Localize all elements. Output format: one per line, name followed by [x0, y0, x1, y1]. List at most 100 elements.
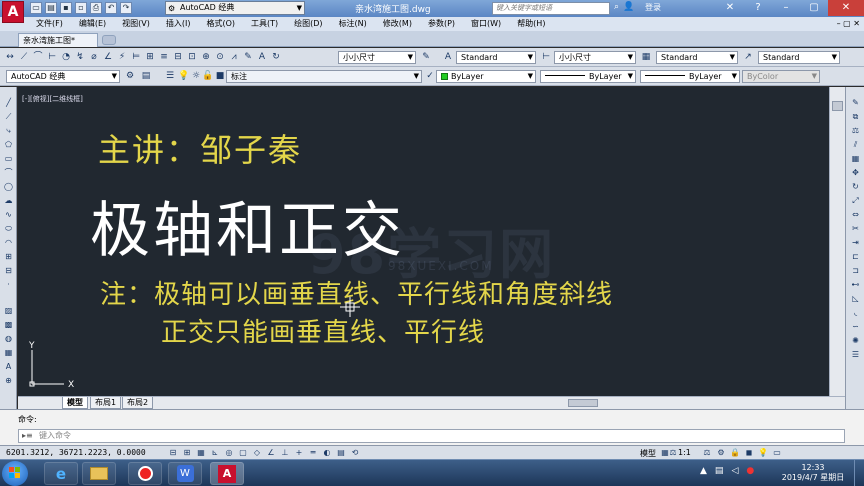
minimize-icon[interactable]: – [772, 0, 800, 16]
menu-draw[interactable]: 绘图(D) [294, 17, 322, 31]
search-icon[interactable]: ⌕ [614, 2, 619, 12]
lightbulb-icon[interactable]: 💡 [178, 70, 190, 82]
tab-model[interactable]: 模型 [62, 397, 88, 409]
trim-icon[interactable]: ✂ [850, 223, 861, 234]
dynamic-input-icon[interactable]: + [294, 448, 304, 458]
table-icon[interactable]: ▦ [3, 347, 14, 358]
add-selected-icon[interactable]: ⊕ [3, 375, 14, 386]
tolerance-icon[interactable]: ⊡ [186, 51, 198, 63]
text-style-icon[interactable]: A [442, 51, 454, 63]
menu-help[interactable]: 帮助(H) [517, 17, 545, 31]
text-style-select[interactable]: Standard ▼ [456, 51, 536, 64]
menu-insert[interactable]: 插入(I) [166, 17, 191, 31]
save-icon[interactable]: ▪ [60, 2, 72, 14]
make-current-icon[interactable]: ✓ [424, 70, 436, 82]
show-desktop-button[interactable] [854, 460, 864, 486]
command-input[interactable]: ▸≡ 键入命令 [18, 429, 845, 443]
object-snap-icon[interactable]: ▢ [238, 448, 248, 458]
layer-color-icon[interactable]: ■ [214, 70, 226, 82]
layer-state-icon[interactable]: ☰ [164, 70, 176, 82]
taskbar-ie[interactable]: e [44, 462, 78, 485]
volume-icon[interactable]: ◁ [731, 466, 738, 476]
mtext-icon[interactable]: A [3, 361, 14, 372]
radius-icon[interactable]: ◔ [60, 51, 72, 63]
menu-view[interactable]: 视图(V) [122, 17, 150, 31]
insert-block-icon[interactable]: ⊞ [3, 251, 14, 262]
continue-icon[interactable]: ⊞ [144, 51, 156, 63]
fillet-icon[interactable]: ◟ [850, 307, 861, 318]
menu-parameters[interactable]: 参数(P) [428, 17, 455, 31]
stretch-icon[interactable]: ⇔ [850, 209, 861, 220]
construction-line-icon[interactable]: ⟋ [3, 111, 14, 122]
drawing-area[interactable]: [-][俯视][二维线框] 98学习网 98XUEXI.COM 主讲：邹子秦 极… [18, 87, 829, 396]
aligned-dim-icon[interactable]: ⟋ [18, 51, 30, 63]
transparency-icon[interactable]: ◐ [322, 448, 332, 458]
login-button[interactable]: 登录 [645, 2, 661, 13]
edit-text-icon[interactable]: A [256, 51, 268, 63]
plotstyle-select[interactable]: ByColor ▼ [742, 70, 820, 83]
taskbar-wps[interactable]: W [168, 462, 202, 485]
grid-display-icon[interactable]: ▦ [196, 448, 206, 458]
recording-indicator-icon[interactable]: ● [746, 466, 754, 476]
copy-icon[interactable]: ⧉ [850, 111, 861, 122]
tab-layout2[interactable]: 布局2 [122, 397, 154, 409]
ellipse-arc-icon[interactable]: ◠ [3, 237, 14, 248]
workspace-select[interactable]: ⚙ AutoCAD 经典 ▼ [165, 1, 305, 15]
lock-ui-icon[interactable]: 🔒 [730, 448, 740, 458]
redo-icon[interactable]: ↷ [120, 2, 132, 14]
mirror-icon[interactable]: ⚖ [850, 125, 861, 136]
scale-icon[interactable]: ⤢ [850, 195, 861, 206]
selection-cycling-icon[interactable]: ⟲ [350, 448, 360, 458]
table-style-icon[interactable]: ▦ [640, 51, 652, 63]
arc-length-icon[interactable]: ⌒ [32, 51, 44, 63]
menu-dimension[interactable]: 标注(N) [339, 17, 367, 31]
hardware-accel-icon[interactable]: ◼ [744, 448, 754, 458]
extend-icon[interactable]: ⇥ [850, 237, 861, 248]
revcloud-icon[interactable]: ☁ [3, 195, 14, 206]
line-icon[interactable]: ╱ [3, 97, 14, 108]
multileader-style-icon[interactable]: ↗ [742, 51, 754, 63]
rotate-icon[interactable]: ↻ [850, 181, 861, 192]
baseline-icon[interactable]: ⊨ [130, 51, 142, 63]
properties-icon[interactable]: ☰ [850, 349, 861, 360]
search-input[interactable]: 键入关键字或短语 [492, 2, 610, 15]
close-icon[interactable]: ✕ [828, 0, 864, 16]
hatch-icon[interactable]: ▨ [3, 305, 14, 316]
menu-doc-controls[interactable]: – ▢ ✕ [837, 17, 860, 31]
ellipse-icon[interactable]: ⬭ [3, 223, 14, 234]
menu-tools[interactable]: 工具(T) [251, 17, 278, 31]
dim-style-select[interactable]: 小小尺寸 ▼ [338, 51, 416, 64]
start-button[interactable] [2, 461, 28, 486]
break-icon[interactable]: ⊟ [172, 51, 184, 63]
object-snap-tracking-icon[interactable]: ∠ [266, 448, 276, 458]
menu-format[interactable]: 格式(O) [206, 17, 235, 31]
workspace-select-2[interactable]: AutoCAD 经典 ▼ [6, 70, 120, 83]
lineweight-icon[interactable]: ═ [308, 448, 318, 458]
viewport-controls[interactable]: [-][俯视][二维线框] [22, 94, 83, 104]
system-clock[interactable]: 12:33 2019/4/7 星期日 [781, 463, 845, 483]
polygon-icon[interactable]: ⬠ [3, 139, 14, 150]
print-icon[interactable]: ⎙ [90, 2, 102, 14]
erase-icon[interactable]: ✎ [850, 97, 861, 108]
diameter-icon[interactable]: ⌀ [88, 51, 100, 63]
dim-style-icon[interactable]: ✎ [420, 51, 432, 63]
file-tab[interactable]: 亲水湾施工图* [18, 33, 98, 47]
model-space-button[interactable]: 模型 [640, 448, 656, 459]
dim-style-select-2[interactable]: 小小尺寸 ▼ [554, 51, 636, 64]
ortho-mode-icon[interactable]: ⊾ [210, 448, 220, 458]
scroll-thumb[interactable] [832, 101, 843, 111]
table-style-select[interactable]: Standard ▼ [656, 51, 738, 64]
tab-layout1[interactable]: 布局1 [90, 397, 122, 409]
polyline-icon[interactable]: ⤷ [3, 125, 14, 136]
chamfer-icon[interactable]: ◺ [850, 293, 861, 304]
linetype-select[interactable]: ByLayer ▼ [540, 70, 636, 83]
save-as-icon[interactable]: ▫ [75, 2, 87, 14]
new-tab-button[interactable] [102, 35, 116, 45]
new-icon[interactable]: ▭ [30, 2, 42, 14]
show-hidden-icons-icon[interactable]: ▲ [700, 466, 707, 476]
arc-icon[interactable]: ⌒ [3, 167, 14, 178]
gradient-icon[interactable]: ▩ [3, 319, 14, 330]
gear-icon[interactable]: ⚙ [124, 70, 136, 82]
exchange-icon[interactable]: ✕ [716, 0, 744, 16]
taskbar-autocad[interactable]: A [210, 462, 244, 485]
